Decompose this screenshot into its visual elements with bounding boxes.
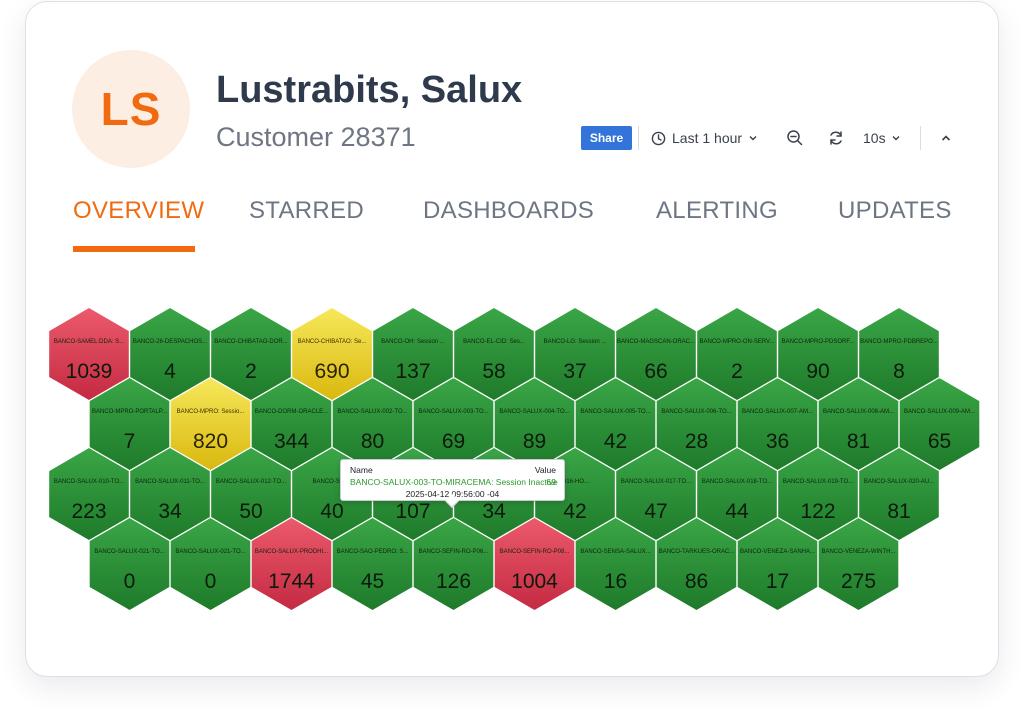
hex-value: 45 [361,570,384,593]
hex-value: 47 [644,500,667,523]
hex-label: BANCO-EL-CID: Ses... [463,339,525,345]
hex-label: BANCO-SALUX-005-TO... [580,409,651,415]
hex-label: BANCO-SALUX-012-TO... [216,479,287,485]
hex-label: BANCO-MPRO-PDSORF... [782,339,855,345]
hex-value: 80 [361,430,384,453]
hex-value: 0 [124,570,136,593]
hex-value: 69 [442,430,465,453]
hex-label: BANCO-CHIBATAO: Se... [298,339,367,345]
hex-label: BANCO-TARKUES-ORAC... [659,549,735,555]
hex-label: BANCO-SALUX-019-TO... [783,479,854,485]
hex-value: 58 [482,360,505,383]
hex-value: 690 [314,360,349,383]
hex-value: 81 [847,430,870,453]
hex-value: 81 [887,500,910,523]
hex-label: BANCO-MPRO-PORTALP... [92,409,167,415]
hex-value: 89 [523,430,546,453]
hex-label: BANCO-MPRO-ON-SERV... [699,339,774,345]
hex-label: BANCO-SALUX-020-AU... [864,479,935,485]
hex-label: BANCO-SALUX-010-TO... [54,479,125,485]
hex-label: BANCO-SALUX-007-AM... [742,409,813,415]
hex-label: BANCO-VENEZA-SANHA... [740,549,815,555]
tooltip-value-header: Value [534,465,556,475]
hex-label: BANCO-SALUX-003-TO... [418,409,489,415]
hex-label: BANCO-SALUX-021-TO... [175,549,246,555]
hex-label: BANCO-SAO-PEDRO: S... [337,549,409,555]
hex-value: 2 [245,360,257,383]
hex-value: 7 [124,430,136,453]
hex-value: 223 [71,500,106,523]
hex-label: BANCO-SEFIN-RO-P08... [500,549,570,555]
tooltip-series-value: 69 [546,477,556,487]
hex-value: 90 [806,360,829,383]
hex-value: 1744 [268,570,315,593]
hex-value: 0 [205,570,217,593]
hex-label: BANCO-DORM-ORACLE... [255,409,329,415]
hex-value: 34 [482,500,506,523]
hex-label: BANCO-SENSA-SALUX... [580,549,651,555]
hex-label: BANCO-MAGSCAN-ORAC... [617,339,695,345]
honeycomb-svg: BANCO-SAMEL:DDA: S... 1039 BANCO-26-DESPAC… [48,306,981,612]
hex-value: 2 [731,360,743,383]
hex-value: 17 [766,570,789,593]
hex-value: 122 [800,500,835,523]
hex-value: 137 [395,360,430,383]
hex-value: 344 [274,430,309,453]
hex-label: BANCO-OH: Session ... [381,339,445,345]
hex-label: BANCO-26-DESPACHOS... [133,339,208,345]
hex-label: BANCO-MPRO-PDBREPO... [860,339,938,345]
hex-label: BANCO-SAMEL:DDA: S... [54,339,125,345]
hex-value: 86 [685,570,708,593]
hex-label: BANCO-SALUX-021-TO... [94,549,165,555]
honeycomb-panel: BANCO-SAMEL:DDA: S... 1039 BANCO-26-DESPAC… [26,2,1000,678]
hex-value: 4 [164,360,176,383]
hex-value: 1004 [511,570,558,593]
hex-label: BANCO-SALUX-009-AM... [904,409,975,415]
hex-label: BANCO-MPRO: Sessio... [177,409,245,415]
hex-label: BANCO-SALUX-002-TO... [337,409,408,415]
hex-label: BANCO-SALUX-008-AM... [823,409,894,415]
hex-value: 275 [841,570,876,593]
hex-value: 65 [928,430,951,453]
customer-card: LS Lustrabits, Salux Customer 28371 Shar… [25,1,999,677]
hex-label: BANCO-SALUX-011-TO... [135,479,205,485]
hex-value: 66 [644,360,667,383]
hex-label: BANCO-SALUX-PRODHI... [255,549,329,555]
tooltip-series-name: BANCO-SALUX-003-TO-MIRACEMA: Session Ina… [350,477,558,487]
hex-tooltip: Name Value BANCO-SALUX-003-TO-MIRACEMA: … [340,459,565,509]
hex-label: BANCO-SALUX-004-TO... [499,409,570,415]
hex-value: 37 [563,360,586,383]
hex-label: BANCO-SEFIN-RO-P06... [419,549,489,555]
hex-value: 126 [436,570,471,593]
hex-label: BANCO-SALUX-017-TO... [621,479,692,485]
hex-value: 42 [604,430,627,453]
hex-value: 107 [395,500,430,523]
hex-value: 50 [239,500,262,523]
hex-label: BANCO-CHIBATAO-DOR... [214,339,288,345]
hex-value: 28 [685,430,708,453]
hex-value: 42 [563,500,586,523]
hex-value: 1039 [66,360,113,383]
hex-label: BANCO-LG: Session ... [544,339,607,345]
hex-value: 40 [320,500,343,523]
hex-value: 16 [604,570,627,593]
hex-label: -016-HO... [561,479,589,485]
hex-value: 8 [893,360,905,383]
hex-label: BANCO-SALUX-018-TO... [702,479,773,485]
hex-label: BANCO-SALUX-006-TO... [661,409,732,415]
hex-label: BANCO-VENEZA-WINTH... [821,549,895,555]
hex-value: 34 [158,500,182,523]
hex-value: 36 [766,430,789,453]
tooltip-name-header: Name [350,465,373,475]
hex-value: 44 [725,500,749,523]
hex-value: 820 [193,430,228,453]
